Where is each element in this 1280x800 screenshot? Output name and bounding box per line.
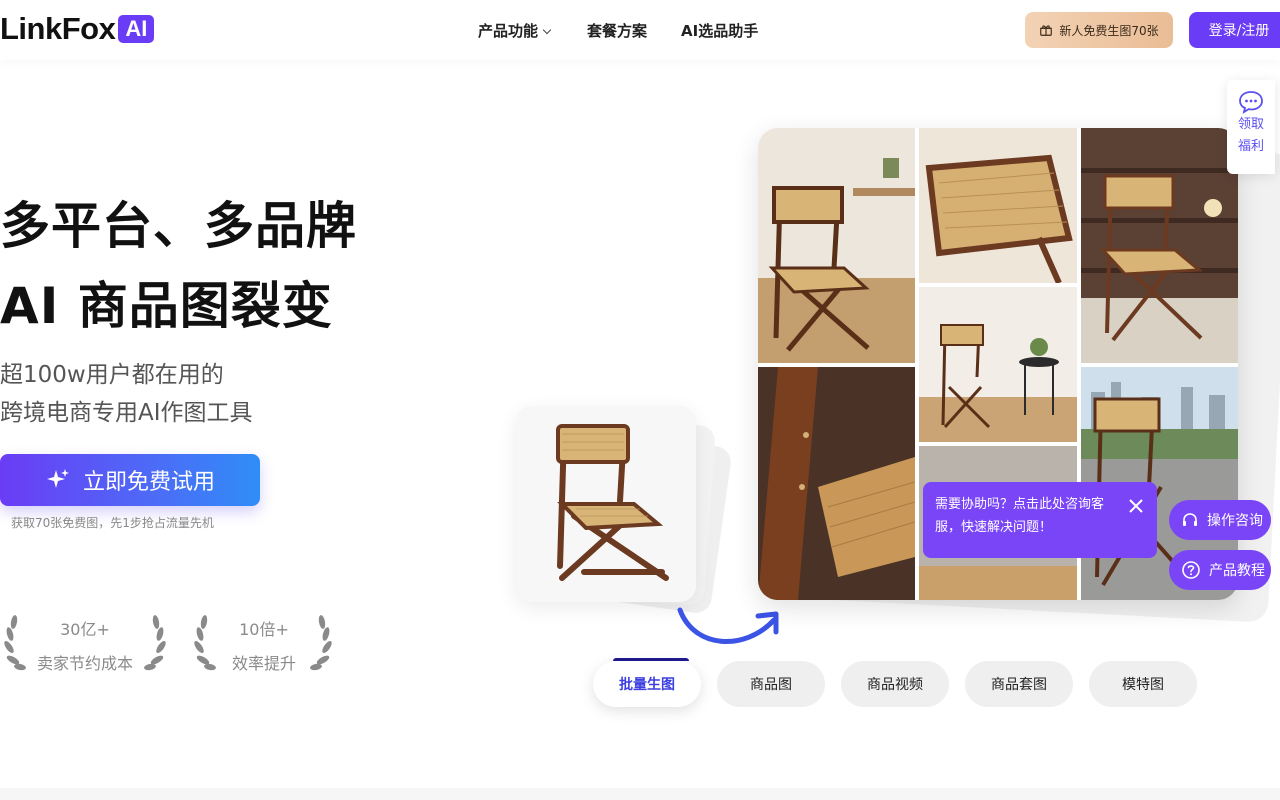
claim-welfare-widget[interactable]: 领取福利 [1227,80,1275,174]
tab-batch-generate[interactable]: 批量生图 [593,661,701,707]
chat-icon [1239,91,1263,114]
cta-note: 获取70张免费图，先1步抢占流量先机 [11,516,214,530]
stat-cost-saving: 30亿+ 卖家节约成本 [0,612,170,673]
nav-item-features[interactable]: 产品功能 [478,20,552,41]
product-tutorial-button[interactable]: 产品教程 [1169,550,1271,590]
chevron-down-icon [542,25,552,35]
nav-item-label: AI选品助手 [681,22,759,40]
free-trial-button[interactable]: 立即免费试用 [0,454,260,506]
sparkle-icon [46,469,69,488]
nav-item-label: 套餐方案 [587,22,648,40]
stat-efficiency: 10倍+ 效率提升 [190,612,338,673]
gallery-image-closeup [758,367,915,600]
logo-text: LinkFox [0,11,116,46]
hero-subtitle-line1: 超100w用户都在用的 [0,362,224,388]
product-source-image [516,406,696,602]
login-register-button[interactable]: 登录/注册 [1189,12,1280,48]
gallery-image-bookshelf [1081,128,1238,363]
logo[interactable]: LinkFox AI [0,11,155,46]
nav-item-label: 产品功能 [478,22,539,40]
product-tutorial-label: 产品教程 [1209,563,1265,579]
tab-product-image[interactable]: 商品图 [717,661,825,707]
operation-consult-button[interactable]: 操作咨询 [1169,500,1271,540]
claim-welfare-label: 领取福利 [1237,117,1264,154]
chair-image [516,406,696,602]
transform-arrow-icon [677,607,779,644]
free-images-button[interactable]: 新人免费生图70张 [1025,12,1173,48]
tab-product-set[interactable]: 商品套图 [965,661,1073,707]
free-images-label: 新人免费生图70张 [1059,23,1159,38]
close-icon[interactable] [1127,497,1145,515]
laurel-right-icon [310,615,332,671]
operation-consult-label: 操作咨询 [1207,513,1263,529]
help-popup[interactable]: 需要协助吗？点击此处咨询客服，快速解决问题！ [923,482,1157,558]
help-popup-text: 需要协助吗？点击此处咨询客服，快速解决问题！ [935,497,1105,535]
free-trial-label: 立即免费试用 [82,470,215,495]
hero-subtitle-line2: 跨境电商专用AI作图工具 [0,400,253,426]
nav-item-ai-selection[interactable]: AI选品助手 [681,20,758,41]
tab-product-video[interactable]: 商品视频 [841,661,949,707]
question-icon [1182,561,1200,579]
gift-icon [1040,25,1053,36]
section-divider [0,788,1280,800]
tab-model-image[interactable]: 模特图 [1089,661,1197,707]
headset-icon [1183,513,1197,526]
gallery-image-room-desk [758,128,915,363]
laurel-right-icon [144,615,166,671]
hero-title-line1: 多平台、多品牌 [0,197,357,255]
gallery-image-seat-detail [919,128,1077,283]
logo-badge: AI [118,15,155,43]
top-header: LinkFox AI 产品功能 套餐方案 AI选品助手 新人免费生图70张 登录… [0,0,1280,60]
hero-title-line2: AI 商品图裂变 [0,277,333,335]
gallery-image-side-table [919,287,1077,442]
nav-item-pricing[interactable]: 套餐方案 [587,20,647,41]
